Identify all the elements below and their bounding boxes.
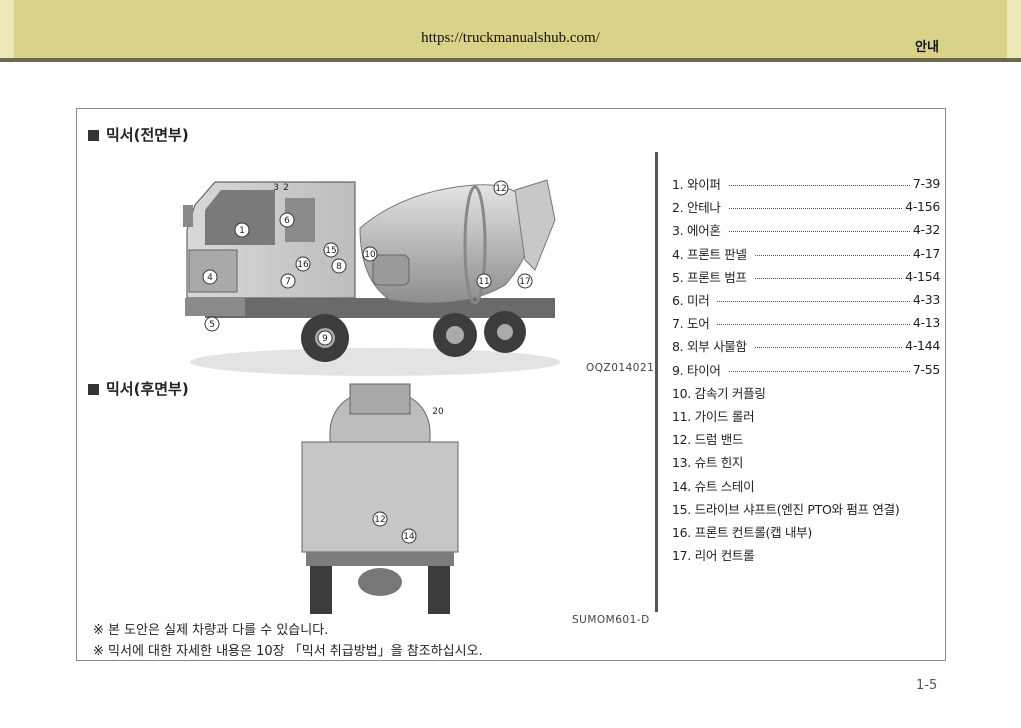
rear-heading: 믹서(후면부) [88, 378, 189, 399]
index-row: 6. 미러 4-33 [672, 288, 940, 311]
rear-hopper [349, 383, 411, 415]
index-row: 9. 타이어 7-55 [672, 358, 940, 381]
svg-text:4: 4 [207, 273, 213, 283]
column-divider [655, 152, 658, 612]
index-label: 12. 드럼 밴드 [672, 432, 744, 448]
section-label: 안내 [915, 40, 939, 55]
bullet-square-icon [88, 130, 99, 141]
index-row: 12. 드럼 밴드 [672, 427, 940, 450]
water-tank [372, 254, 410, 286]
index-page-ref[interactable]: 7-55 [913, 362, 940, 377]
leader-dots [728, 185, 910, 187]
rear-wheel-left [310, 566, 332, 614]
index-page-ref[interactable]: 7-39 [913, 176, 940, 191]
index-label: 4. 프론트 판넬 [672, 246, 747, 262]
index-page-ref[interactable]: 4-144 [905, 338, 940, 353]
svg-text:11: 11 [478, 277, 489, 287]
svg-text:5: 5 [209, 320, 215, 330]
index-label: 5. 프론트 범프 [672, 269, 747, 285]
source-url[interactable]: https://truckmanualshub.com/ [0, 30, 1021, 47]
svg-text:1: 1 [239, 226, 245, 236]
index-label: 16. 프론트 컨트롤(캡 내부) [672, 524, 812, 540]
svg-text:6: 6 [284, 216, 290, 226]
index-label: 2. 안테나 [672, 200, 721, 216]
page-number: 1-5 [916, 678, 938, 693]
index-row: 1. 와이퍼 7-39 [672, 172, 940, 195]
index-row: 3. 에어혼 4-32 [672, 218, 940, 241]
rear-view-illustration: 20 12 14 [301, 383, 459, 614]
svg-text:8: 8 [336, 262, 342, 272]
index-row: 10. 감속기 커플링 [672, 381, 940, 404]
index-label: 17. 리어 컨트롤 [672, 548, 755, 564]
index-label: 10. 감속기 커플링 [672, 385, 766, 401]
index-label: 8. 외부 사물함 [672, 339, 747, 355]
index-row: 5. 프론트 범프 4-154 [672, 265, 940, 288]
leader-dots [754, 254, 910, 256]
rear-heading-text: 믹서(후면부) [106, 380, 189, 398]
front-bumper [185, 298, 245, 316]
svg-text:15: 15 [325, 246, 336, 256]
leader-dots [717, 301, 910, 303]
index-row: 14. 슈트 스테이 [672, 473, 940, 496]
rear-bumper [306, 552, 454, 566]
index-page-ref[interactable]: 4-13 [913, 315, 940, 330]
side-mirror [183, 205, 193, 227]
svg-text:17: 17 [519, 277, 530, 287]
svg-text:9: 9 [322, 334, 328, 344]
index-label: 15. 드라이브 샤프트(엔진 PTO와 펌프 연결) [672, 501, 900, 517]
index-row: 15. 드라이브 샤프트(엔진 PTO와 펌프 연결) [672, 497, 940, 520]
index-page-ref[interactable]: 4-33 [913, 292, 940, 307]
rear-image-code: SUMOM601-D [572, 614, 650, 626]
note-2: ※ 믹서에 대한 자세한 내용은 10장 「믹서 취급방법」을 참조하십시오. [93, 644, 483, 659]
index-row: 8. 외부 사물함 4-144 [672, 334, 940, 357]
index-label: 1. 와이퍼 [672, 177, 721, 193]
note-1: ※ 본 도안은 실제 차량과 다를 수 있습니다. [93, 623, 329, 638]
svg-text:16: 16 [297, 260, 309, 270]
index-page-ref[interactable]: 4-32 [913, 222, 940, 237]
index-row: 16. 프론트 컨트롤(캡 내부) [672, 520, 940, 543]
svg-text:12: 12 [374, 515, 385, 525]
front-image-code: OQZ014021 [586, 362, 655, 374]
callout-20: 20 [432, 407, 444, 417]
callout-3-2: 3 [273, 183, 279, 193]
leader-dots [728, 231, 910, 233]
index-row: 13. 슈트 힌지 [672, 450, 940, 473]
svg-text:7: 7 [285, 277, 291, 287]
svg-text:10: 10 [364, 250, 376, 260]
index-row: 11. 가이드 롤러 [672, 404, 940, 427]
svg-text:14: 14 [403, 532, 415, 542]
index-page-ref[interactable]: 4-17 [913, 246, 940, 261]
index-row: 17. 리어 컨트롤 [672, 543, 940, 566]
rear-axle [358, 568, 402, 596]
index-label: 7. 도어 [672, 316, 710, 332]
index-page-ref[interactable]: 4-156 [905, 199, 940, 214]
index-row: 7. 도어 4-13 [672, 311, 940, 334]
index-label: 6. 미러 [672, 293, 710, 309]
leader-dots [754, 277, 903, 279]
index-row: 2. 안테나 4-156 [672, 195, 940, 218]
leader-dots [717, 324, 910, 326]
front-view-illustration: 3 2 12 6 1 15 16 8 10 4 7 11 17 5 9 [183, 179, 560, 376]
leader-dots [728, 208, 903, 210]
front-heading: 믹서(전면부) [88, 124, 189, 145]
svg-text:2: 2 [283, 183, 289, 193]
parts-index: 1. 와이퍼 7-39 2. 안테나 4-156 3. 에어혼 4-32 4. 프론트 판넬… [672, 172, 940, 566]
leader-dots [728, 370, 910, 372]
index-page-ref[interactable]: 4-154 [905, 269, 940, 284]
index-row: 4. 프론트 판넬 4-17 [672, 242, 940, 265]
rear-body [301, 441, 459, 553]
index-label: 3. 에어혼 [672, 223, 721, 239]
leader-dots [754, 347, 903, 349]
index-label: 9. 타이어 [672, 362, 721, 378]
index-label: 11. 가이드 롤러 [672, 408, 755, 424]
index-label: 14. 슈트 스테이 [672, 478, 755, 494]
header-rule [0, 58, 1021, 62]
bullet-square-icon [88, 384, 99, 395]
rear-wheel-right [428, 566, 450, 614]
index-label: 13. 슈트 힌지 [672, 455, 744, 471]
svg-text:12: 12 [495, 184, 506, 194]
front-heading-text: 믹서(전면부) [106, 126, 189, 144]
